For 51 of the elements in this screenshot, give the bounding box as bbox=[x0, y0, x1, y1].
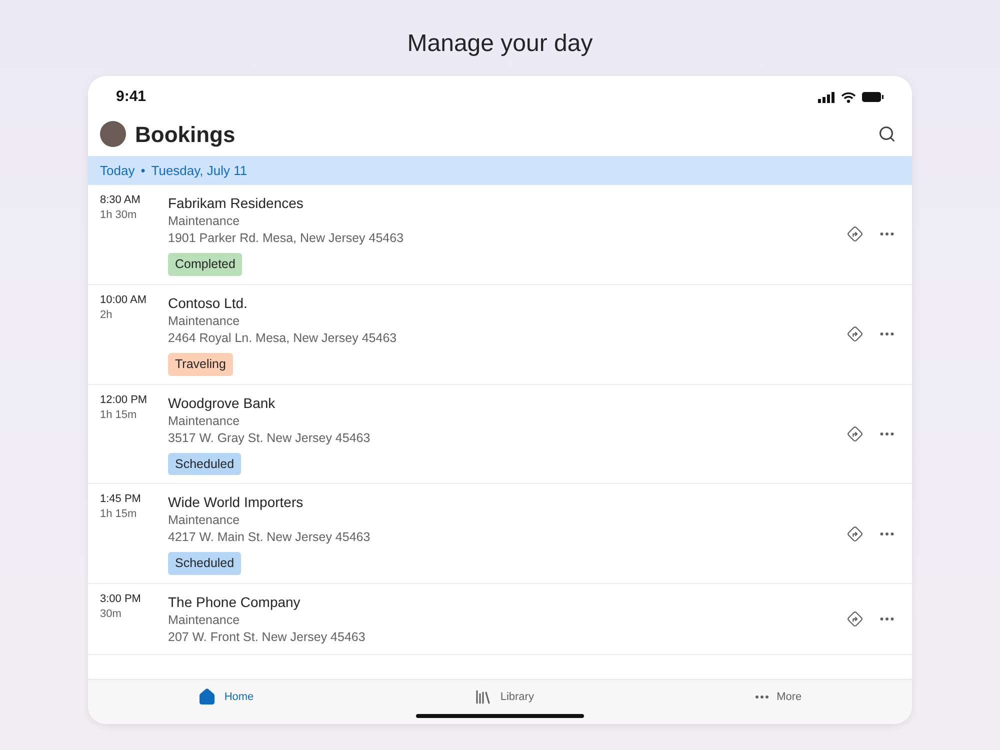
booking-address: 2464 Royal Ln. Mesa, New Jersey 45463 bbox=[168, 330, 398, 347]
booking-duration: 1h 15m bbox=[100, 507, 138, 522]
booking-name[interactable]: Contoso Ltd. bbox=[168, 292, 846, 313]
booking-address: 1901 Parker Rd. Mesa, New Jersey 45463 bbox=[168, 230, 405, 247]
booking-duration: 1h 15m bbox=[100, 408, 138, 422]
date-label: Tuesday, July 11 bbox=[151, 162, 248, 180]
booking-type: Maintenance bbox=[168, 612, 241, 629]
booking-name[interactable]: Woodgrove Bank bbox=[168, 392, 846, 412]
booking-address: 3517 W. Gray St. New Jersey 45463 bbox=[168, 430, 372, 446]
directions-icon[interactable] bbox=[846, 610, 864, 628]
wifi-icon bbox=[841, 92, 856, 102]
avatar[interactable] bbox=[100, 121, 126, 147]
status-tag: Scheduled bbox=[168, 452, 242, 476]
booking-type: Maintenance bbox=[168, 412, 241, 430]
booking-time: 10:00 AM bbox=[100, 292, 148, 308]
booking-type: Maintenance bbox=[168, 213, 241, 230]
booking-name[interactable]: Fabrikam Residences bbox=[168, 193, 846, 213]
page-title: Manage your day bbox=[407, 29, 593, 59]
booking-duration: 30m bbox=[100, 607, 122, 622]
search-icon[interactable] bbox=[878, 125, 896, 143]
booking-time: 8:30 AM bbox=[100, 193, 142, 208]
bookings-title: Bookings bbox=[135, 120, 236, 149]
booking-duration: 2h bbox=[100, 308, 114, 323]
directions-icon[interactable] bbox=[846, 225, 864, 244]
status-tag: Completed bbox=[168, 253, 242, 276]
booking-time: 12:00 PM bbox=[100, 392, 148, 408]
directions-icon[interactable] bbox=[846, 325, 864, 344]
today-label: Today bbox=[100, 162, 135, 180]
status-time: 9:41 bbox=[116, 86, 146, 107]
tab-item[interactable]: Home bbox=[198, 688, 254, 706]
tab-item[interactable]: More bbox=[754, 688, 802, 706]
library-icon bbox=[474, 688, 492, 706]
home-icon bbox=[198, 688, 216, 706]
booking-duration: 1h 30m bbox=[100, 208, 138, 223]
status-tag: Traveling bbox=[168, 352, 233, 376]
booking-type: Maintenance bbox=[168, 312, 241, 330]
directions-icon[interactable] bbox=[846, 524, 864, 543]
separator-dot: • bbox=[140, 162, 146, 180]
tab-item[interactable]: Library bbox=[474, 688, 534, 706]
more-icon bbox=[754, 695, 769, 699]
battery-icon bbox=[862, 92, 884, 102]
booking-address: 4217 W. Main St. New Jersey 45463 bbox=[168, 529, 372, 546]
directions-icon[interactable] bbox=[846, 424, 864, 443]
booking-name[interactable]: Wide World Importers bbox=[168, 492, 846, 512]
status-tag: Scheduled bbox=[168, 552, 242, 575]
booking-time: 3:00 PM bbox=[100, 592, 142, 607]
booking-type: Maintenance bbox=[168, 512, 241, 530]
booking-time: 1:45 PM bbox=[100, 492, 142, 508]
signal-icon bbox=[818, 92, 835, 102]
booking-name[interactable]: The Phone Company bbox=[168, 592, 846, 612]
booking-address: 207 W. Front St. New Jersey 45463 bbox=[168, 629, 366, 646]
